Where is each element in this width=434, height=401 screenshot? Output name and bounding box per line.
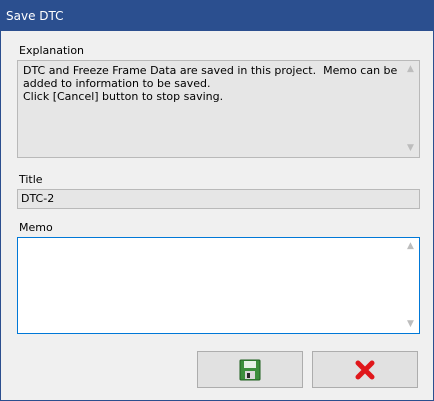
memo-box[interactable]: ▲ ▼: [17, 237, 420, 334]
save-disk-icon: [239, 359, 261, 380]
memo-scrollbar[interactable]: ▲ ▼: [402, 238, 419, 333]
title-value: DTC-2: [21, 192, 55, 205]
scroll-up-icon[interactable]: ▲: [407, 61, 414, 78]
scroll-down-icon[interactable]: ▼: [407, 316, 414, 333]
red-x-icon: [355, 360, 375, 379]
memo-label: Memo: [19, 221, 53, 234]
title-bar[interactable]: Save DTC: [1, 1, 433, 31]
explanation-text: DTC and Freeze Frame Data are saved in t…: [23, 64, 398, 103]
cancel-button[interactable]: [312, 351, 418, 388]
explanation-scrollbar[interactable]: ▲ ▼: [402, 61, 419, 157]
title-label: Title: [19, 173, 43, 186]
window-title: Save DTC: [6, 9, 64, 23]
memo-input[interactable]: [18, 238, 402, 333]
explanation-label: Explanation: [19, 44, 85, 57]
title-field: DTC-2: [17, 189, 420, 209]
explanation-box: DTC and Freeze Frame Data are saved in t…: [17, 60, 420, 158]
scroll-up-icon[interactable]: ▲: [407, 238, 414, 255]
save-dtc-dialog: Save DTC Explanation DTC and Freeze Fram…: [0, 0, 434, 401]
save-button[interactable]: [197, 351, 303, 388]
scroll-down-icon[interactable]: ▼: [407, 140, 414, 157]
